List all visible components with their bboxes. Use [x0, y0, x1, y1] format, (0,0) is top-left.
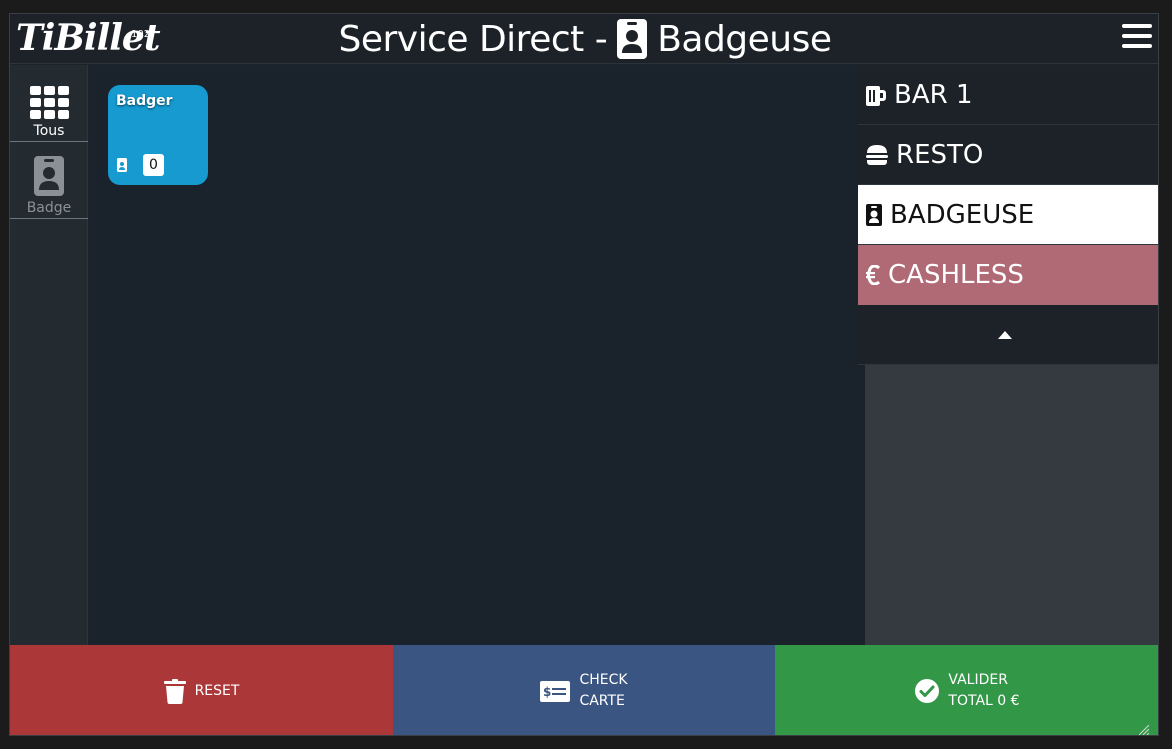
category-sidebar: Tous Badge [10, 65, 88, 645]
check-label-line1: CHECK [579, 672, 628, 688]
hamburger-bar [1122, 34, 1152, 38]
menu-item-cashless[interactable]: CASHLESS [858, 245, 1158, 305]
page-title-left: Service Direct - [338, 18, 608, 60]
money-check-icon: $ [540, 680, 571, 702]
app-window: TiBillet 102 Service Direct - Badgeuse T… [9, 13, 1159, 736]
product-quantity: 0 [143, 154, 164, 176]
badge-icon [117, 158, 127, 172]
grid-icon [29, 86, 69, 119]
trash-icon [163, 678, 186, 704]
hamburger-bar [1122, 44, 1152, 48]
total-amount: TOTAL 0 € [948, 693, 1020, 709]
caret-up-icon [998, 330, 1012, 339]
page-title-right: Badgeuse [657, 18, 832, 60]
menu-item-label: BADGEUSE [890, 199, 1035, 230]
product-card-badger[interactable]: Badger 0 [108, 85, 208, 185]
header: TiBillet 102 Service Direct - Badgeuse [10, 14, 1158, 64]
menu-item-bar-1[interactable]: BAR 1 [858, 65, 1158, 125]
menu-item-label: RESTO [896, 139, 984, 170]
menu-item-resto[interactable]: RESTO [858, 125, 1158, 185]
badge-icon [34, 156, 64, 196]
menu-item-label: CASHLESS [888, 260, 1024, 290]
hamburger-icon [1122, 24, 1152, 28]
action-footer: RESET $ CHECK CARTE VALIDER TOTAL 0 € [10, 645, 1158, 735]
product-name: Badger [116, 93, 173, 109]
validate-label-line1: VALIDER [948, 672, 1008, 688]
category-all[interactable]: Tous [10, 65, 88, 142]
badge-icon [866, 203, 882, 226]
reset-label: RESET [194, 683, 240, 699]
reset-button[interactable]: RESET [10, 645, 393, 735]
check-circle-icon [915, 679, 940, 703]
category-badge[interactable]: Badge [10, 142, 88, 219]
menu-button[interactable] [1122, 24, 1152, 52]
page-title: Service Direct - Badgeuse [10, 14, 1158, 64]
menu-item-label: BAR 1 [894, 79, 973, 110]
check-card-button[interactable]: $ CHECK CARTE [393, 645, 775, 735]
badge-icon [617, 19, 648, 59]
validate-button[interactable]: VALIDER TOTAL 0 € [775, 645, 1158, 735]
point-of-sale-menu: BAR 1 RESTO BADGEUSE CASHLESS [858, 65, 1158, 365]
beer-icon [866, 85, 886, 106]
product-area: Badger 0 [89, 65, 865, 645]
burger-icon [866, 144, 888, 165]
menu-collapse-toggle[interactable] [858, 305, 1158, 365]
resize-handle-icon[interactable] [1139, 725, 1149, 735]
category-badge-label: Badge [26, 200, 72, 216]
euro-icon [866, 265, 880, 285]
check-label-line2: CARTE [579, 693, 625, 709]
category-all-label: Tous [33, 123, 65, 139]
svg-text:$: $ [543, 685, 551, 699]
menu-item-badgeuse[interactable]: BADGEUSE [858, 185, 1158, 245]
